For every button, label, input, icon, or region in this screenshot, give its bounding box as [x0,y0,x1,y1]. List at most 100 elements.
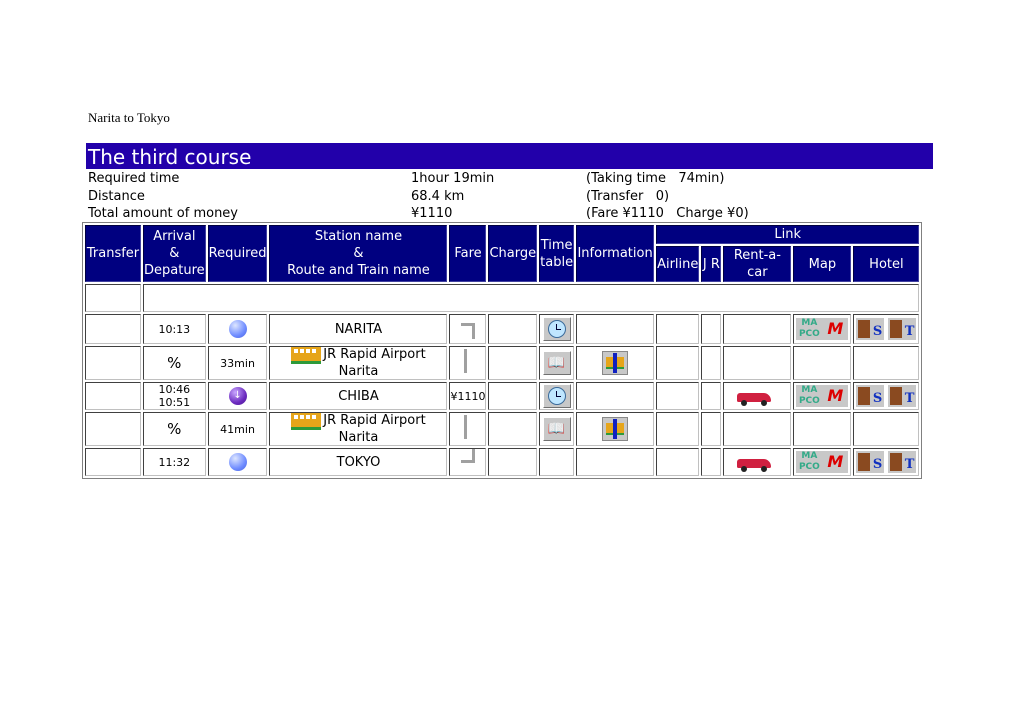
rentacar-icon[interactable] [737,453,777,472]
summary-value: 68.4 km [411,188,465,204]
route-line-icon [463,349,472,373]
summary-value: 1hour 19min [411,171,495,186]
fare-value: ¥1110 [449,382,487,410]
route-line-icon [463,415,472,439]
fare-cell [449,314,487,344]
transfer-cell [85,346,141,380]
map-cell: MA PCO M [793,382,852,410]
transfer-cell [85,314,141,344]
timetable-book-icon[interactable]: 📖 [542,351,571,375]
header-text: & [169,246,180,261]
airline-cell [656,314,700,344]
fare-cell [449,346,487,380]
airline-cell [656,382,700,410]
mapfan-map-icon[interactable]: M [822,451,849,473]
charge-cell [488,346,538,380]
clock-icon[interactable] [542,317,571,341]
header-text: Arrival [153,229,196,244]
header-fare: Fare [449,225,487,282]
mapco-map-icon[interactable]: MA PCO [796,385,823,407]
header-text: Station name [314,229,403,244]
route-line-start-icon [460,323,475,339]
hotel-s-icon[interactable]: S [856,451,885,473]
rentacar-cell [723,412,792,446]
spacer-cell [143,284,920,312]
station-name[interactable]: TOKYO [269,448,448,476]
header-text: Time [540,237,573,253]
station-name[interactable]: NARITA [269,314,448,344]
airline-cell [656,412,700,446]
info-cell [576,382,655,410]
arrival-time: 10:46 [158,383,191,396]
table-row-station: 10:13 NARITA MA PCO M S T [85,314,920,344]
header-hotel: Hotel [853,246,920,282]
header-information: Information [576,225,655,282]
airline-cell [656,448,700,476]
airline-cell [656,346,700,380]
train-info-icon[interactable] [602,417,629,441]
header-link: Link [656,225,920,244]
transfer-cell [85,412,141,446]
info-cell [576,346,655,380]
timetable-cell: 📖 [539,412,575,446]
rentacar-cell [723,314,792,344]
fare-cell [449,412,487,446]
header-map: Map [793,246,852,282]
timetable-book-icon[interactable]: 📖 [542,417,571,441]
header-jr: J R [701,246,722,282]
jr-cell [701,448,722,476]
train-info-icon[interactable] [602,351,629,375]
station-marker-blue-icon [228,320,247,338]
transfer-symbol: % [143,346,206,380]
page-title: Narita to Tokyo [88,110,170,125]
rentacar-cell [723,382,792,410]
spacer-cell [85,284,141,312]
marker-cell [207,448,268,476]
jr-cell [701,346,722,380]
table-row-route: % 33min JR Rapid Airport Narita 📖 [85,346,920,380]
map-cell: MA PCO M [793,448,852,476]
transfer-symbol: % [143,412,206,446]
hotel-s-icon[interactable]: S [856,385,885,407]
hotel-cell [853,346,920,380]
rentacar-icon[interactable] [737,387,777,406]
header-text: & [353,246,364,261]
charge-cell [488,314,538,344]
mapco-map-icon[interactable]: MA PCO [796,318,823,340]
charge-cell [488,412,538,446]
map-cell [793,346,852,380]
clock-icon[interactable] [542,384,571,408]
station-name[interactable]: CHIBA [269,382,448,410]
jr-cell [701,412,722,446]
transfer-cell [85,448,141,476]
route-name-cell: JR Rapid Airport Narita [269,412,448,446]
jr-cell [701,314,722,344]
timetable-cell [539,448,575,476]
header-required: Required [207,225,268,282]
route-name[interactable]: JR Rapid Airport Narita [323,347,425,379]
info-cell [576,448,655,476]
hotel-t-icon[interactable]: T [888,385,917,407]
map-cell [793,412,852,446]
marker-cell: ↓ [207,382,268,410]
mapfan-map-icon[interactable]: M [822,385,849,407]
marker-cell [207,314,268,344]
hotel-t-icon[interactable]: T [888,451,917,473]
train-icon [291,347,322,364]
hotel-t-icon[interactable]: T [888,318,917,340]
summary-label: Distance [88,188,145,204]
info-cell [576,314,655,344]
route-name[interactable]: JR Rapid Airport Narita [323,413,425,445]
mapfan-map-icon[interactable]: M [822,318,849,340]
header-rentacar: Rent-a-car [723,246,792,282]
station-marker-down-icon: ↓ [228,387,247,405]
summary-value: ¥1110 [411,206,453,221]
mapco-map-icon[interactable]: MA PCO [796,451,823,473]
charge-cell [488,448,538,476]
timetable-cell [539,314,575,344]
hotel-s-icon[interactable]: S [856,318,885,340]
rentacar-cell [723,346,792,380]
station-marker-blue-icon [228,453,247,471]
route-line-end-icon [460,449,475,463]
train-icon [291,413,322,430]
